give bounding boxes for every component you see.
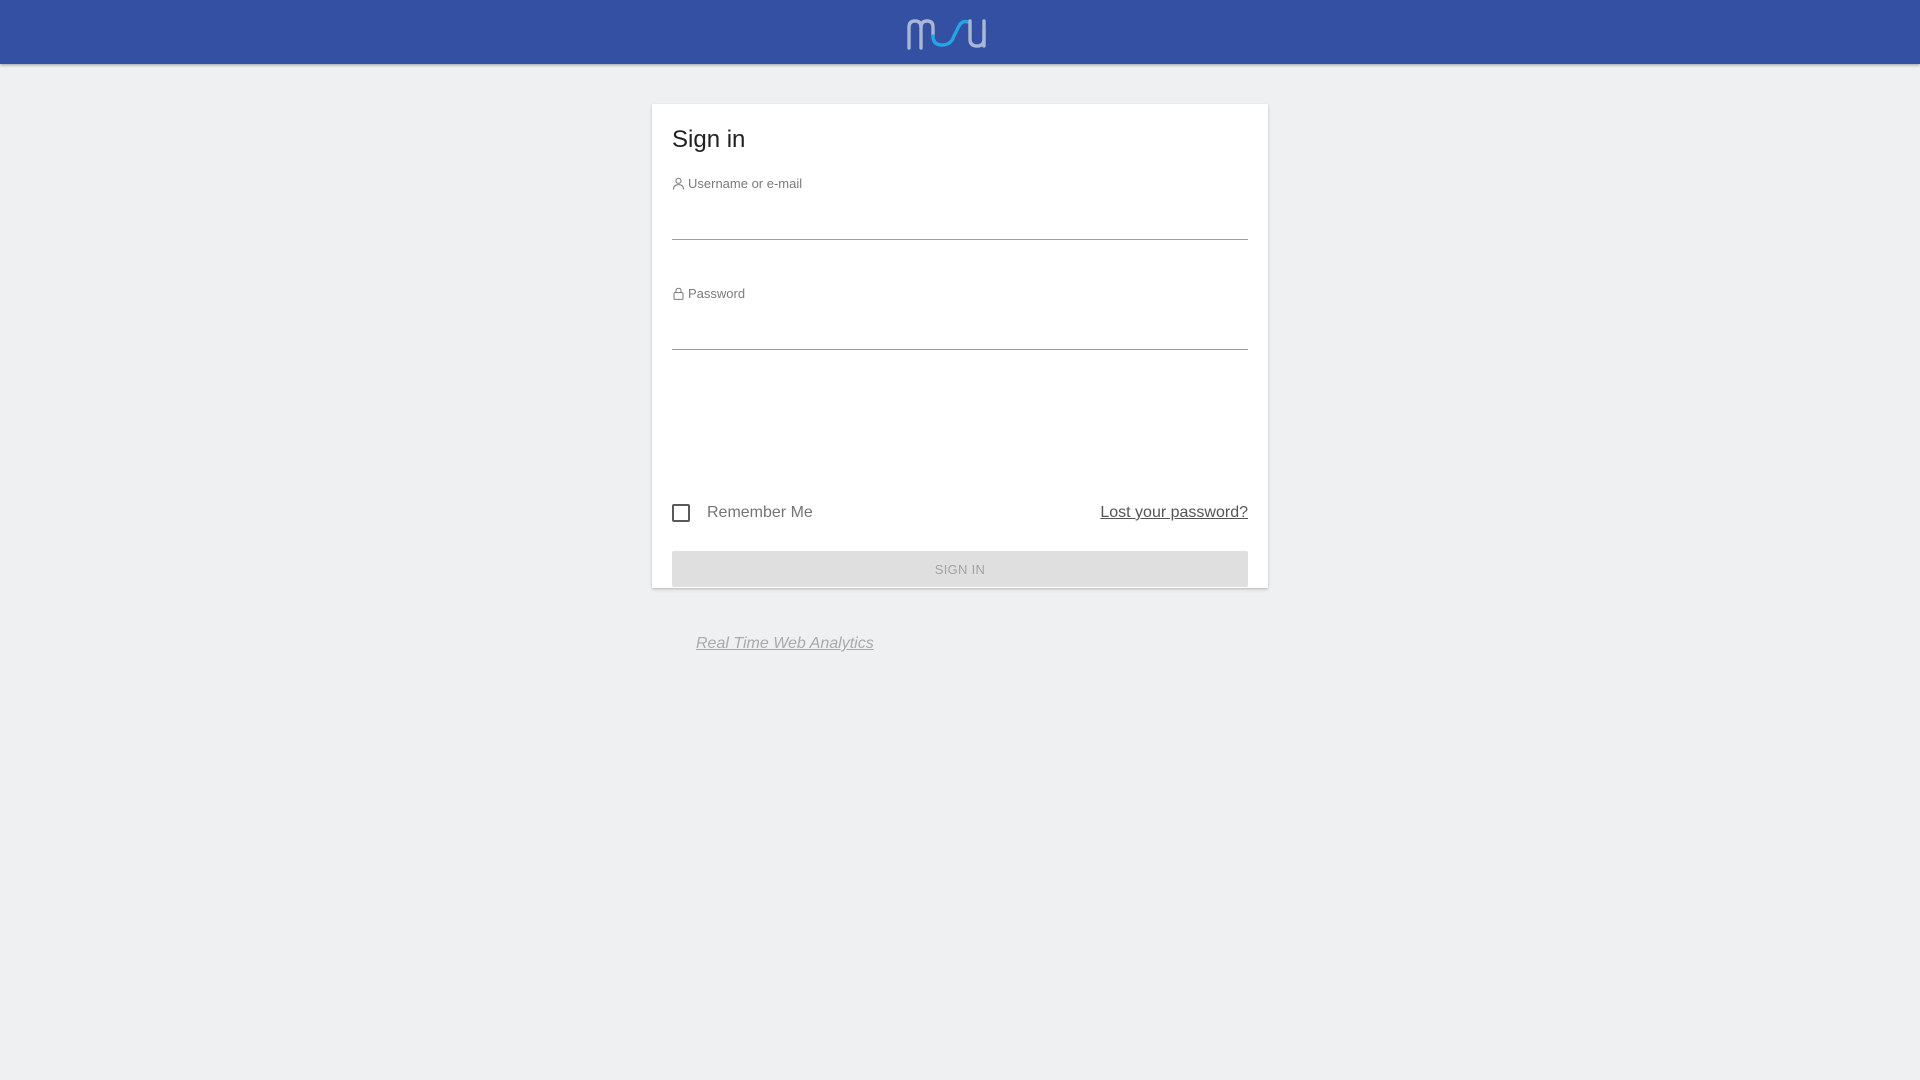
username-field-group: Username or e-mail xyxy=(672,174,1248,240)
top-bar xyxy=(0,0,1920,64)
username-label-text: Username or e-mail xyxy=(688,175,803,191)
remember-me[interactable]: Remember Me xyxy=(672,504,813,522)
sign-in-button[interactable]: SIGN IN xyxy=(672,551,1248,587)
login-card: Sign in Username or e-mail Password Reme… xyxy=(652,104,1268,652)
lock-icon xyxy=(673,287,684,300)
matomo-logo-icon[interactable] xyxy=(904,12,1016,52)
username-input[interactable] xyxy=(672,200,1248,240)
options-row: Remember Me Lost your password? xyxy=(672,498,1248,528)
password-input[interactable] xyxy=(672,310,1248,350)
password-field-group: Password xyxy=(672,284,1248,350)
username-label: Username or e-mail xyxy=(672,174,1248,192)
remember-me-checkbox[interactable] xyxy=(672,504,690,522)
card-title: Sign in xyxy=(672,126,746,153)
remember-me-label: Remember Me xyxy=(707,504,813,521)
lost-password-link[interactable]: Lost your password? xyxy=(1100,504,1248,522)
password-label-text: Password xyxy=(688,285,746,301)
password-label: Password xyxy=(672,284,1248,302)
user-icon xyxy=(673,177,684,190)
real-time-web-analytics-link[interactable]: Real Time Web Analytics xyxy=(696,635,874,653)
